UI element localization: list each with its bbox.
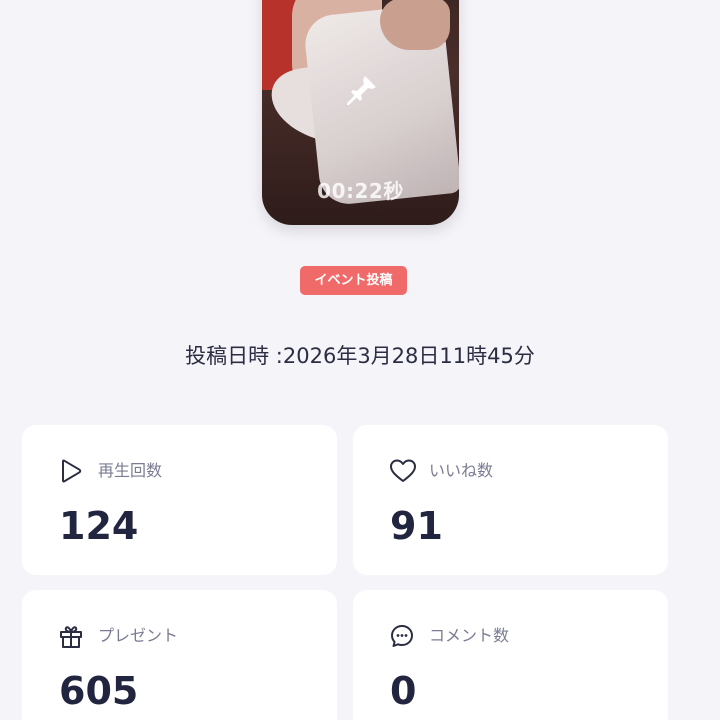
stat-card-gifts: プレゼント 605 xyxy=(22,590,337,720)
pin-icon[interactable] xyxy=(344,72,380,108)
comment-icon xyxy=(389,623,415,649)
stat-label: 再生回数 xyxy=(98,461,163,480)
video-thumbnail[interactable]: 00:22秒 xyxy=(262,0,459,225)
stat-label: コメント数 xyxy=(429,626,510,645)
video-duration: 00:22秒 xyxy=(317,179,404,203)
stat-value: 0 xyxy=(390,669,417,713)
stat-label: プレゼント xyxy=(98,626,179,645)
gift-icon xyxy=(58,623,84,649)
post-detail-page: 00:22秒 イベント投稿 投稿日時 :2026年3月28日11時45分 再生回… xyxy=(0,0,720,720)
stat-value: 124 xyxy=(59,504,139,548)
play-icon xyxy=(58,458,84,484)
stat-value: 605 xyxy=(59,669,139,713)
event-post-badge: イベント投稿 xyxy=(300,266,407,295)
stat-label: いいね数 xyxy=(429,461,494,480)
stat-value: 91 xyxy=(390,504,443,548)
post-datetime: 投稿日時 :2026年3月28日11時45分 xyxy=(185,344,535,368)
stat-card-plays: 再生回数 124 xyxy=(22,425,337,575)
stat-card-likes: いいね数 91 xyxy=(353,425,668,575)
heart-icon xyxy=(389,458,416,484)
stat-card-comments: コメント数 0 xyxy=(353,590,668,720)
